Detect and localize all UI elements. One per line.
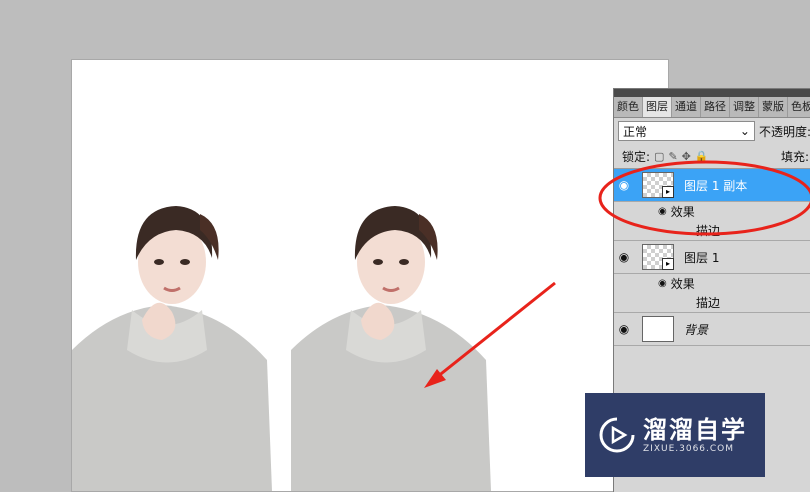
tab-masks[interactable]: 蒙版 bbox=[759, 97, 788, 117]
lock-label: 锁定: bbox=[622, 149, 651, 164]
blend-mode-select[interactable]: 正常 ⌄ bbox=[618, 121, 755, 141]
watermark-title: 溜溜自学 bbox=[643, 416, 747, 444]
layer-effects-row[interactable]: ◉ 效果 bbox=[614, 274, 810, 293]
layer-thumbnail: ▸ bbox=[642, 172, 674, 198]
layer-row-copy[interactable]: ◉ ▸ 图层 1 副本 bbox=[614, 169, 810, 202]
stroke-effect-row[interactable]: 描边 bbox=[614, 221, 810, 241]
eye-icon[interactable]: ◉ bbox=[614, 178, 634, 192]
smart-object-icon: ▸ bbox=[662, 258, 674, 270]
layer-thumbnail bbox=[642, 316, 674, 342]
tab-paths[interactable]: 路径 bbox=[701, 97, 730, 117]
photo-original bbox=[72, 200, 272, 491]
lock-position-icon[interactable]: ✥ bbox=[682, 150, 691, 163]
layer-name: 图层 1 副本 bbox=[684, 178, 748, 193]
layer-row-background[interactable]: ◉ 背景 bbox=[614, 313, 810, 346]
chevron-down-icon: ⌄ bbox=[739, 124, 750, 138]
layer-name: 图层 1 bbox=[684, 250, 720, 265]
eye-icon[interactable]: ◉ bbox=[658, 278, 667, 289]
eye-icon[interactable]: ◉ bbox=[614, 250, 634, 264]
tab-adjustments[interactable]: 调整 bbox=[730, 97, 759, 117]
lock-transparency-icon[interactable]: ▢ bbox=[654, 150, 664, 163]
lock-paint-icon[interactable]: ✎ bbox=[668, 150, 677, 163]
tab-color[interactable]: 颜色 bbox=[614, 97, 643, 117]
smart-object-icon: ▸ bbox=[662, 186, 674, 198]
effects-label: 效果 bbox=[670, 205, 695, 219]
photo-copy bbox=[291, 200, 491, 491]
layer-thumbnail: ▸ bbox=[642, 244, 674, 270]
eye-icon[interactable]: ◉ bbox=[658, 206, 667, 217]
layer-name: 背景 bbox=[684, 322, 709, 337]
stroke-effect-label: 描边 bbox=[696, 296, 721, 310]
lock-all-icon[interactable]: 🔒 bbox=[695, 150, 709, 163]
layer-effects-row[interactable]: ◉ 效果 bbox=[614, 202, 810, 221]
panel-tabs: 颜色 图层 通道 路径 调整 蒙版 色板 bbox=[614, 97, 810, 118]
watermark-url: ZIXUE.3066.COM bbox=[643, 444, 735, 454]
panel-title-bar[interactable] bbox=[614, 89, 810, 97]
tab-layers[interactable]: 图层 bbox=[643, 97, 672, 117]
fill-label: 填充: bbox=[780, 149, 809, 164]
document-canvas[interactable] bbox=[72, 60, 668, 491]
opacity-label: 不透明度: bbox=[758, 124, 810, 139]
tab-channels[interactable]: 通道 bbox=[672, 97, 701, 117]
effects-label: 效果 bbox=[670, 277, 695, 291]
stroke-effect-row[interactable]: 描边 bbox=[614, 293, 810, 313]
layer-row-1[interactable]: ◉ ▸ 图层 1 bbox=[614, 241, 810, 274]
watermark-banner: 溜溜自学 ZIXUE.3066.COM bbox=[585, 393, 765, 477]
play-logo-icon bbox=[599, 417, 635, 453]
stroke-effect-label: 描边 bbox=[696, 224, 721, 238]
eye-icon[interactable]: ◉ bbox=[614, 322, 634, 336]
blend-mode-value: 正常 bbox=[623, 124, 648, 139]
tab-swatches[interactable]: 色板 bbox=[788, 97, 810, 117]
